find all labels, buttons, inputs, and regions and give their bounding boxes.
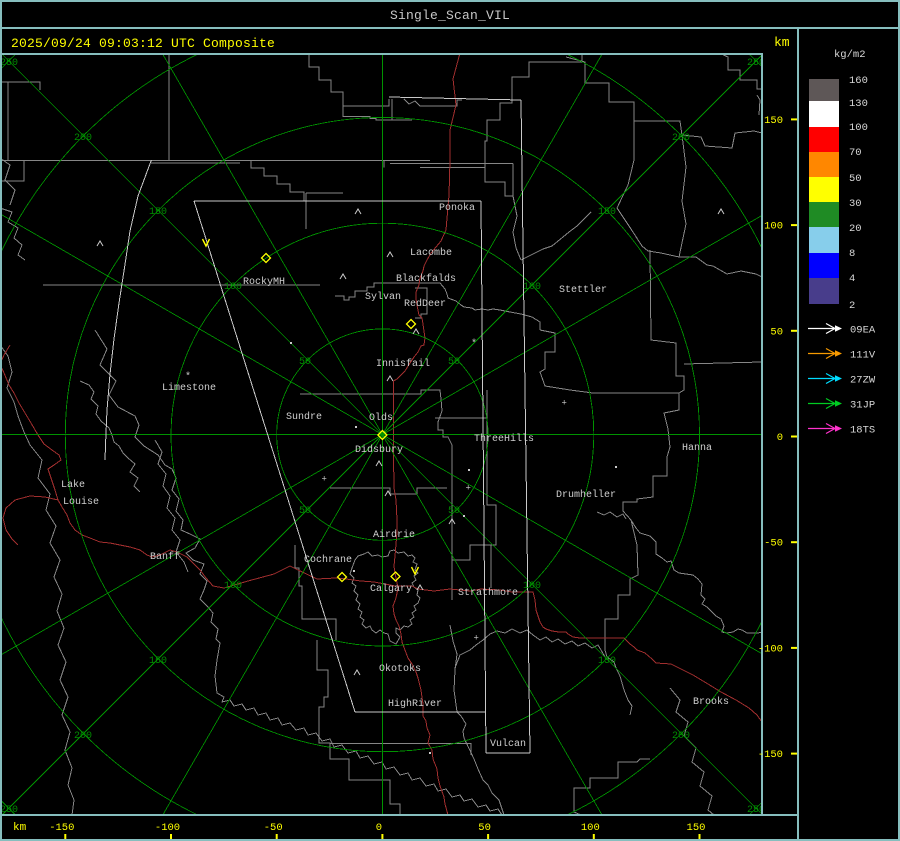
svg-text:+: + xyxy=(562,399,567,409)
svg-text:2025/09/24 09:03:12 UTC Compos: 2025/09/24 09:03:12 UTC Composite xyxy=(11,36,275,51)
svg-text:150: 150 xyxy=(598,656,616,667)
svg-text:250: 250 xyxy=(0,58,18,69)
svg-text:Airdrie: Airdrie xyxy=(373,529,415,541)
svg-text:Vulcan: Vulcan xyxy=(490,738,526,750)
svg-text:ThreeHills: ThreeHills xyxy=(474,433,534,445)
svg-text:-50: -50 xyxy=(764,538,783,550)
svg-text:20: 20 xyxy=(849,223,862,235)
svg-text:Innisfail: Innisfail xyxy=(376,358,430,370)
svg-text:200: 200 xyxy=(672,731,690,742)
svg-text:Drumheller: Drumheller xyxy=(556,489,616,501)
svg-text:200: 200 xyxy=(74,731,92,742)
svg-text:Okotoks: Okotoks xyxy=(379,663,421,675)
svg-text:km: km xyxy=(774,35,790,50)
svg-text:Stettler: Stettler xyxy=(559,284,607,296)
svg-text:150: 150 xyxy=(149,207,167,218)
svg-text:Lake: Lake xyxy=(61,479,85,491)
svg-text:130: 130 xyxy=(849,98,868,110)
svg-text:Olds: Olds xyxy=(369,412,393,424)
svg-text:Sundre: Sundre xyxy=(286,411,322,423)
svg-text:RedDeer: RedDeer xyxy=(404,298,446,310)
svg-text:km: km xyxy=(13,822,27,834)
svg-text:100: 100 xyxy=(523,282,541,293)
svg-text:Cochrane: Cochrane xyxy=(304,554,352,566)
svg-text:150: 150 xyxy=(687,822,706,834)
svg-text:27ZW: 27ZW xyxy=(850,375,876,387)
svg-text:150: 150 xyxy=(598,207,616,218)
svg-text:160: 160 xyxy=(849,75,868,87)
svg-text:Calgary: Calgary xyxy=(370,583,412,595)
svg-text:+: + xyxy=(474,634,479,644)
svg-text:-50: -50 xyxy=(264,822,283,834)
svg-text:Lacombe: Lacombe xyxy=(410,247,452,259)
svg-text:0: 0 xyxy=(376,822,382,834)
svg-text:-100: -100 xyxy=(758,643,783,655)
svg-text:8: 8 xyxy=(849,248,855,260)
svg-text:-100: -100 xyxy=(155,822,180,834)
svg-text:150: 150 xyxy=(764,115,783,127)
svg-text:50: 50 xyxy=(770,326,783,338)
svg-text:0: 0 xyxy=(777,432,783,444)
svg-text:Banff: Banff xyxy=(150,551,180,563)
svg-text:RockyMH: RockyMH xyxy=(243,276,285,288)
svg-text:50: 50 xyxy=(448,357,460,368)
svg-text:Sylvan: Sylvan xyxy=(365,291,401,303)
svg-text:50: 50 xyxy=(849,173,862,185)
svg-text:100: 100 xyxy=(523,581,541,592)
svg-text:-150: -150 xyxy=(49,822,74,834)
svg-text:31JP: 31JP xyxy=(850,400,875,412)
svg-text:100: 100 xyxy=(764,221,783,233)
svg-text:Ponoka: Ponoka xyxy=(439,202,475,214)
svg-text:50: 50 xyxy=(299,357,311,368)
svg-text:2: 2 xyxy=(849,300,855,312)
svg-text:*: * xyxy=(471,338,477,350)
svg-text:+: + xyxy=(466,484,471,494)
svg-text:Brooks: Brooks xyxy=(693,696,729,708)
svg-text:150: 150 xyxy=(149,656,167,667)
svg-text:50: 50 xyxy=(478,822,491,834)
svg-text:Limestone: Limestone xyxy=(162,382,216,394)
svg-text:kg/m2: kg/m2 xyxy=(834,49,866,61)
svg-text:4: 4 xyxy=(849,273,855,285)
svg-text:50: 50 xyxy=(448,506,460,517)
svg-text:Hanna: Hanna xyxy=(682,443,712,454)
svg-text:100: 100 xyxy=(849,122,868,134)
svg-text:70: 70 xyxy=(849,147,862,159)
svg-text:-150: -150 xyxy=(758,749,783,761)
svg-text:09EA: 09EA xyxy=(850,325,876,337)
svg-text:100: 100 xyxy=(581,822,600,834)
svg-text:Didsbury: Didsbury xyxy=(355,444,403,456)
svg-text:50: 50 xyxy=(299,506,311,517)
svg-text:+: + xyxy=(322,475,327,485)
svg-text:200: 200 xyxy=(672,133,690,144)
svg-text:Strathmore: Strathmore xyxy=(458,587,518,599)
svg-text:111V: 111V xyxy=(850,350,876,362)
svg-text:HighRiver: HighRiver xyxy=(388,698,442,710)
svg-text:100: 100 xyxy=(224,581,242,592)
svg-text:Louise: Louise xyxy=(63,496,99,508)
svg-text:100: 100 xyxy=(224,282,242,293)
svg-text:Single_Scan_VIL: Single_Scan_VIL xyxy=(390,8,510,23)
svg-text:Blackfalds: Blackfalds xyxy=(396,273,456,285)
svg-text:18TS: 18TS xyxy=(850,425,875,437)
svg-text:200: 200 xyxy=(74,133,92,144)
svg-text:*: * xyxy=(185,371,191,383)
svg-text:30: 30 xyxy=(849,198,862,210)
